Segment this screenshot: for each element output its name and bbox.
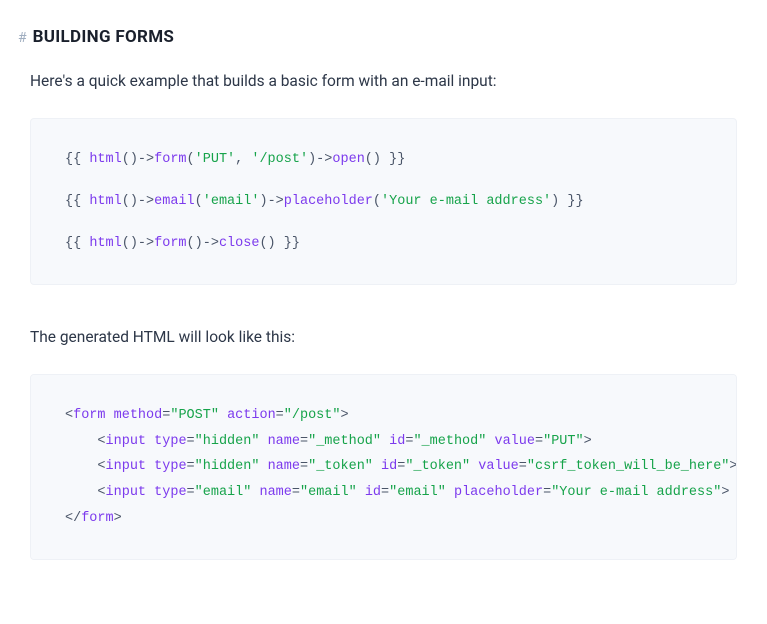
code-line: <form method="POST" action="/post"> xyxy=(65,403,708,429)
section-heading: # BUILDING FORMS xyxy=(18,24,749,51)
anchor-icon[interactable]: # xyxy=(18,27,27,49)
code-line: {{ html()->email('email')->placeholder('… xyxy=(65,189,708,215)
code-block-template: {{ html()->form('PUT', '/post')->open() … xyxy=(30,118,737,285)
code-line: <input type="email" name="email" id="ema… xyxy=(65,480,708,506)
code-line: </form> xyxy=(65,506,708,532)
code-block-output: <form method="POST" action="/post"> <inp… xyxy=(30,374,737,560)
code-line: {{ html()->form('PUT', '/post')->open() … xyxy=(65,147,708,173)
heading-text: BUILDING FORMS xyxy=(33,24,175,51)
code-line: <input type="hidden" name="_token" id="_… xyxy=(65,454,708,480)
code-line: {{ html()->form()->close() }} xyxy=(65,231,708,257)
outro-paragraph: The generated HTML will look like this: xyxy=(30,325,749,350)
code-line: <input type="hidden" name="_method" id="… xyxy=(65,429,708,455)
intro-paragraph: Here's a quick example that builds a bas… xyxy=(30,69,749,94)
